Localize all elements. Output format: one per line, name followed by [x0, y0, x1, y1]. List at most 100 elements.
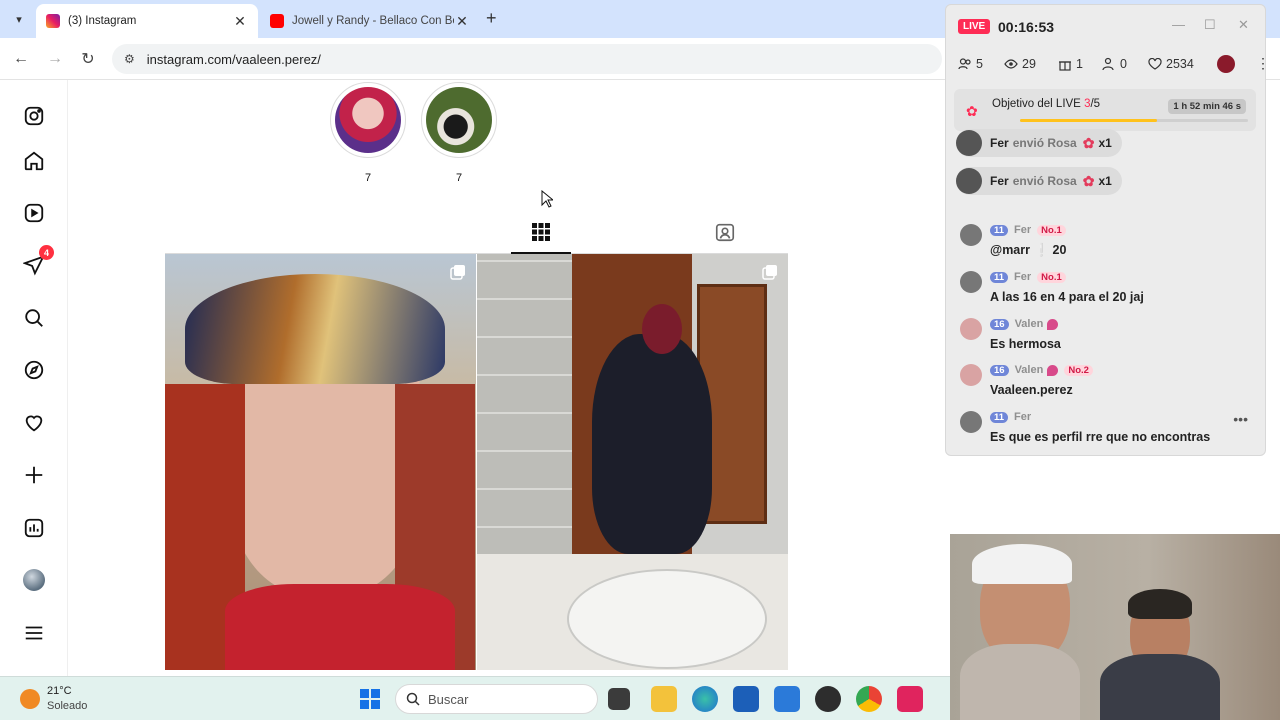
home-icon[interactable] [20, 147, 48, 175]
user-avatar [960, 271, 982, 293]
weather-description: Soleado [47, 700, 88, 712]
message-meta: 11 Fer [990, 411, 1035, 423]
gift-quantity: x1 [1098, 174, 1112, 188]
rank-badge: No.2 [1064, 364, 1093, 376]
tab-search-chevron-icon[interactable]: ▾ [8, 8, 30, 30]
search-icon[interactable] [20, 304, 48, 332]
user-avatar [960, 411, 982, 433]
taskbar-search[interactable]: Buscar [395, 684, 598, 714]
likes-count: 2534 [1166, 57, 1194, 71]
rank-badge: No.1 [1037, 271, 1066, 283]
tiktok-live-studio-icon[interactable] [897, 686, 923, 712]
likes-stat: 2534 [1148, 57, 1194, 71]
username[interactable]: Valen [1015, 318, 1044, 330]
message-text: Es hermosa [990, 337, 1061, 351]
message-meta: 11 Fer No.1 [990, 271, 1066, 283]
reels-icon[interactable] [20, 199, 48, 227]
members-stat: 5 [958, 57, 983, 71]
windows-start-icon[interactable] [360, 689, 380, 709]
goal-progress-fill [1020, 119, 1157, 122]
new-tab-icon[interactable]: + [486, 8, 497, 29]
message-more-icon[interactable]: ••• [1233, 411, 1248, 427]
message-meta: 16 Valen [990, 318, 1062, 330]
joins-count: 0 [1120, 57, 1127, 71]
goal-progress-bar [1020, 119, 1248, 122]
address-bar[interactable]: ⚙ instagram.com/vaaleen.perez/ [112, 44, 942, 74]
message-meta: 16 Valen No.2 [990, 364, 1093, 376]
minimize-icon[interactable]: — [1172, 17, 1185, 32]
search-placeholder: Buscar [428, 691, 469, 707]
highlight-ring [330, 82, 406, 158]
live-timer: 00:16:53 [998, 19, 1055, 35]
file-explorer-icon[interactable] [651, 686, 677, 712]
highlight-label: 7 [364, 172, 372, 184]
app-icon[interactable] [815, 686, 841, 712]
tab-youtube[interactable]: Jowell y Randy - Bellaco Con Be ✕ [260, 4, 480, 38]
messages-icon[interactable]: 4 [20, 245, 54, 279]
highlight-image [335, 87, 401, 153]
live-header: LIVE 00:16:53 — ☐ ✕ [946, 5, 1265, 47]
back-icon[interactable]: ← [10, 48, 32, 70]
highlight-image [426, 87, 492, 153]
live-goal[interactable]: ✿ Objetivo del LIVE 3/5 1 h 52 min 46 s [954, 89, 1256, 131]
instagram-logo-icon[interactable] [20, 102, 48, 130]
goal-title: Objetivo del LIVE 3/5 [992, 98, 1101, 110]
instagram-sidebar: 4 [0, 80, 68, 676]
message-meta: 11 Fer No.1 [990, 224, 1066, 236]
store-icon[interactable] [733, 686, 759, 712]
multiple-images-icon [762, 265, 777, 280]
tab-instagram[interactable]: (3) Instagram ✕ [36, 4, 258, 38]
people-icon [958, 58, 971, 70]
eye-icon [1004, 59, 1018, 69]
close-tab-icon[interactable]: ✕ [232, 13, 248, 30]
more-options-icon[interactable]: ⋮ [1256, 55, 1265, 72]
weather-sun-icon[interactable] [20, 689, 40, 709]
gift-event: Fer envió Rosa ✿ x1 [956, 129, 1122, 157]
create-plus-icon[interactable] [20, 461, 48, 489]
chrome-icon[interactable] [856, 686, 882, 712]
weather-temperature: 21°C [47, 685, 72, 697]
post-thumbnail[interactable] [165, 254, 476, 670]
story-highlight[interactable]: 7 [330, 82, 406, 184]
task-view-icon[interactable] [608, 688, 630, 710]
tagged-tab-icon[interactable] [711, 218, 739, 246]
rose-gift-icon: ✿ [1082, 134, 1095, 151]
gift-quantity: x1 [1098, 136, 1112, 150]
menu-icon[interactable] [20, 619, 48, 647]
viewers-stat: 29 [1004, 57, 1036, 71]
level-badge: 11 [990, 411, 1009, 423]
forward-icon[interactable]: → [44, 48, 66, 70]
user-avatar [956, 130, 982, 156]
posts-grid-tab-icon[interactable] [527, 218, 555, 246]
reload-icon[interactable]: ↻ [77, 48, 99, 70]
webcam-video [950, 534, 1280, 720]
username[interactable]: Fer [1014, 271, 1031, 283]
message-text: A las 16 en 4 para el 20 jaj [990, 290, 1144, 304]
explore-icon[interactable] [20, 356, 48, 384]
outlook-icon[interactable] [774, 686, 800, 712]
story-highlight[interactable]: 7 [421, 82, 497, 184]
gift-user: Fer [990, 136, 1009, 150]
highlight-label: 7 [455, 172, 463, 184]
edge-icon[interactable] [692, 686, 718, 712]
tab-title: Jowell y Randy - Bellaco Con Be [292, 15, 454, 27]
maximize-icon[interactable]: ☐ [1204, 17, 1216, 33]
host-avatar[interactable] [1217, 55, 1235, 73]
site-info-icon[interactable]: ⚙ [124, 52, 135, 66]
url-text: instagram.com/vaaleen.perez/ [146, 51, 321, 67]
username[interactable]: Fer [1014, 224, 1031, 236]
username[interactable]: Valen [1015, 364, 1044, 376]
profile-avatar[interactable] [20, 566, 48, 594]
close-icon[interactable]: ✕ [1238, 17, 1249, 33]
username[interactable]: Fer [1014, 411, 1031, 423]
notifications-heart-icon[interactable] [20, 409, 48, 437]
post-thumbnail[interactable] [477, 254, 788, 670]
joins-stat: 0 [1102, 57, 1127, 71]
close-tab-icon[interactable]: ✕ [454, 13, 470, 30]
gift-user: Fer [990, 174, 1009, 188]
gift-icon [1059, 61, 1071, 71]
dashboard-icon[interactable] [20, 514, 48, 542]
viewers-count: 29 [1022, 57, 1036, 71]
gift-action: envió Rosa [1012, 174, 1077, 188]
user-avatar [960, 224, 982, 246]
